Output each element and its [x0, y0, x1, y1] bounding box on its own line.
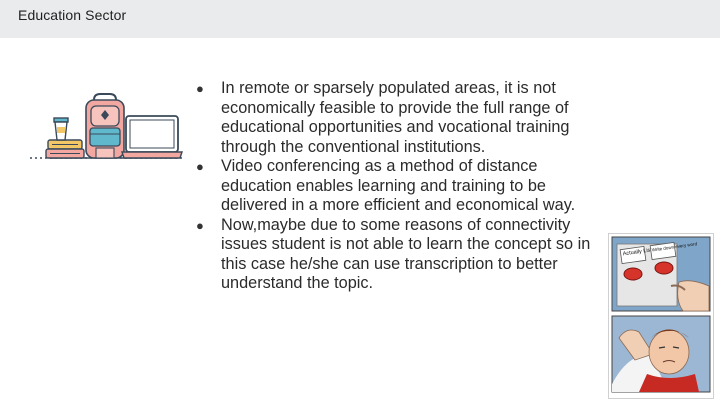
bullet-text: In remote or sparsely populated areas, i…: [221, 79, 570, 156]
bullet-item: ● In remote or sparsely populated areas, …: [196, 79, 596, 157]
backpack-icon: [85, 93, 125, 159]
education-clipart: [30, 93, 183, 159]
bullet-dot-icon: ●: [196, 217, 204, 233]
laptop-icon: [121, 115, 183, 159]
cup-icon: [53, 117, 69, 141]
bullet-dot-icon: ●: [196, 81, 204, 96]
slide-title: Education Sector: [18, 7, 127, 23]
bullet-text: Now,maybe due to some reasons of connect…: [221, 215, 591, 293]
slide-header: Education Sector: [0, 0, 720, 38]
bullet-text: Video conferencing as a method of distan…: [221, 157, 576, 214]
bullet-dot-icon: ●: [196, 159, 204, 174]
bullet-list: ● In remote or sparsely populated areas, …: [196, 79, 596, 294]
two-buttons-meme: Actually Listen Write down every word: [608, 233, 714, 399]
books-icon: [45, 139, 85, 159]
bullet-item: ● Video conferencing as a method of dista…: [196, 157, 596, 216]
bullet-item: ● Now,maybe due to some reasons of connec…: [196, 216, 596, 294]
